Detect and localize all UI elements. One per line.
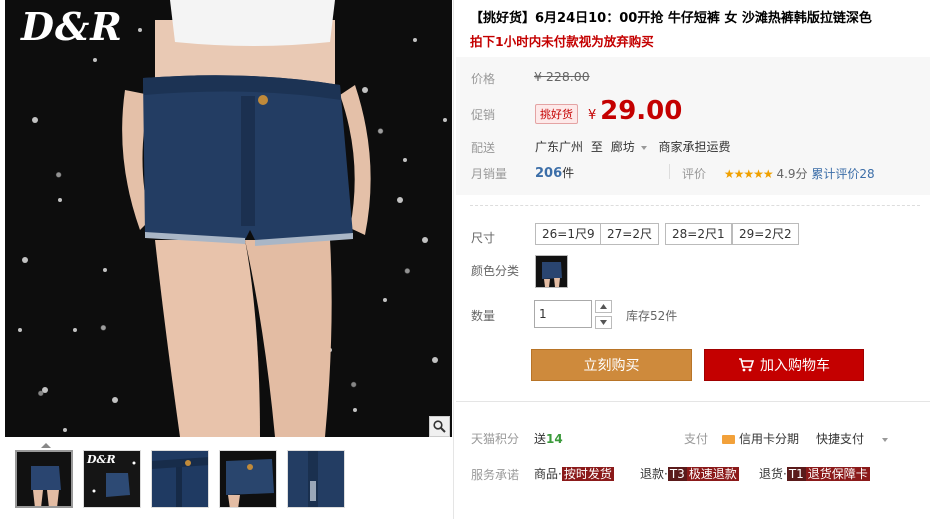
credit-installment-label: 信用卡分期 (739, 432, 800, 446)
service-tag: 按时发货 (561, 467, 614, 481)
service-label: 服务承诺 (471, 468, 520, 482)
points-label: 天猫积分 (471, 432, 520, 446)
column-divider (453, 0, 454, 519)
service-promise-refund[interactable]: 退款· T3 极速退款 (640, 465, 739, 482)
color-option-swatch[interactable] (535, 255, 568, 288)
thumbnail-logo: D&R (87, 453, 116, 466)
star-rating-icon: ★★★★★ (723, 167, 774, 181)
buy-now-button[interactable]: 立刻购买 (531, 349, 692, 381)
thumbnail[interactable] (151, 450, 209, 508)
thumbnail[interactable]: D&R (83, 450, 141, 508)
promo-price: ¥ 29.00 (588, 96, 682, 126)
service-promise-return[interactable]: 退货· T1 退货保障卡 (759, 465, 870, 482)
quantity-label: 数量 (471, 309, 496, 323)
points-number: 14 (546, 432, 563, 446)
size-option[interactable]: 28=2尺1 (665, 223, 732, 245)
review-score: 4.9分 (776, 167, 808, 181)
payment-notice: 拍下1小时内未付款视为放弃购买 (470, 34, 654, 49)
service-promise-shipping[interactable]: 商品· 按时发货 (534, 465, 614, 482)
quantity-decrease-button[interactable] (595, 316, 612, 329)
chevron-down-icon (882, 437, 889, 442)
section-divider (456, 401, 930, 402)
color-label: 颜色分类 (471, 264, 520, 278)
thumbnail[interactable] (15, 450, 73, 508)
original-price: ¥ 228.00 (534, 69, 590, 84)
product-title: 【挑好货】6月24日10：00开抢 牛仔短裤 女 沙滩热裤韩版拉链深色 (470, 11, 872, 26)
divider (669, 164, 670, 179)
credit-installment-link[interactable]: 信用卡分期 (722, 430, 799, 447)
monthly-sales-label: 月销量 (471, 167, 508, 181)
service-tag: 极速退款 (686, 467, 739, 481)
service-tag-code: T3 (667, 467, 687, 481)
size-option[interactable]: 29=2尺2 (732, 223, 799, 245)
sales-count: 206 (535, 166, 563, 181)
ship-to-word: 至 (590, 140, 603, 154)
payment-label: 支付 (684, 432, 709, 446)
service-text: 退款· (640, 467, 668, 481)
add-to-cart-button[interactable]: 加入购物车 (704, 349, 864, 381)
service-tag: 退货保障卡 (805, 467, 870, 481)
size-label: 尺寸 (471, 231, 496, 245)
total-reviews-link[interactable]: 累计评价28 (811, 167, 874, 181)
review-summary: 评价 ★★★★★ 4.9分 累计评价28 (682, 165, 875, 182)
monthly-sales: 206件 (535, 164, 574, 181)
promo-price-value: 29.00 (600, 96, 683, 126)
promo-label: 促销 (471, 108, 496, 122)
review-label: 评价 (682, 167, 707, 181)
quantity-increase-button[interactable] (595, 300, 612, 313)
points-value: 送14 (534, 430, 563, 447)
quantity-input[interactable] (534, 300, 592, 328)
service-text: 商品· (534, 467, 562, 481)
price-label: 价格 (471, 72, 496, 86)
stock-count: 库存52件 (626, 309, 678, 323)
thumbnail-strip: D&R (5, 441, 452, 519)
fast-pay-dropdown[interactable]: 快捷支付 (816, 430, 889, 447)
fast-pay-label: 快捷支付 (816, 432, 865, 446)
main-product-image[interactable]: D&R (5, 0, 452, 437)
ship-destination-select[interactable]: 廊坊 (611, 140, 635, 154)
ship-from: 广东广州 (535, 140, 584, 154)
currency-symbol: ¥ (588, 108, 597, 123)
zoom-icon[interactable] (429, 416, 450, 437)
thumbnail[interactable] (219, 450, 277, 508)
chevron-down-icon[interactable] (640, 145, 647, 150)
sales-unit: 件 (562, 166, 575, 180)
service-text: 退货· (759, 467, 787, 481)
size-option[interactable]: 27=2尺 (600, 223, 659, 245)
chevron-down-icon (600, 320, 607, 325)
section-divider (470, 205, 920, 206)
shipping-info: 广东广州 至 廊坊 商家承担运费 (535, 138, 731, 155)
cart-icon (739, 358, 754, 372)
chevron-up-icon (600, 304, 607, 309)
shipping-label: 配送 (471, 141, 496, 155)
credit-card-icon (722, 435, 735, 444)
size-option[interactable]: 26=1尺9 (535, 223, 602, 245)
add-to-cart-label: 加入购物车 (760, 358, 830, 374)
shipping-fee: 商家承担运费 (658, 140, 731, 154)
points-prefix: 送 (534, 432, 547, 446)
brand-logo: D&R (21, 4, 123, 49)
thumbnail[interactable] (287, 450, 345, 508)
service-tag-code: T1 (786, 467, 806, 481)
promo-tag: 挑好货 (535, 104, 578, 124)
